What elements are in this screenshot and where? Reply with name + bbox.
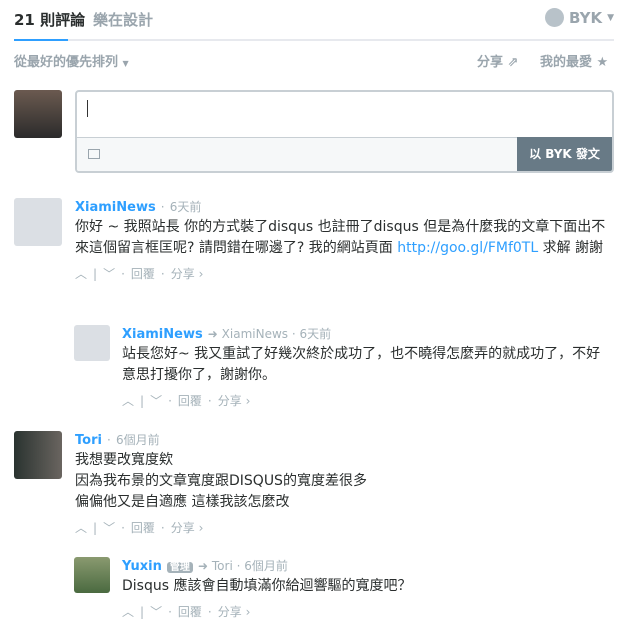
timestamp[interactable]: 6個月前 [116, 433, 160, 447]
comment: XiamiNews · 6天前 你好 ~ 我照站長 你的方式裝了disqus 也… [75, 196, 615, 282]
sort-dropdown[interactable]: 從最好的優先排列 ▼ [14, 51, 129, 70]
downvote-icon[interactable]: ﹀ [150, 603, 162, 620]
avatar[interactable] [74, 557, 110, 593]
tab-comments[interactable]: 21 則評論 [14, 9, 85, 30]
timestamp[interactable]: 6天前 [170, 200, 202, 214]
comment: XiamiNews ➜ XiamiNews · 6天前 站長您好~ 我又重試了好… [122, 323, 614, 409]
downvote-icon[interactable]: ﹀ [103, 265, 115, 282]
downvote-icon[interactable]: ﹀ [103, 519, 115, 536]
avatar[interactable] [74, 325, 110, 361]
avatar[interactable] [14, 198, 62, 246]
reply-button[interactable]: 回覆 [131, 519, 155, 536]
upvote-icon[interactable]: ︿ [122, 603, 134, 620]
current-user-avatar [14, 90, 62, 138]
moderator-badge: 管理 [166, 562, 193, 573]
share-link[interactable]: 分享 › [218, 603, 251, 620]
comment-input[interactable] [77, 92, 612, 137]
comment-text: Disqus 應該會自動填滿你給迴響驅的寬度吧？ [122, 578, 412, 594]
user-menu[interactable]: BYK ▼ [544, 8, 614, 27]
upvote-icon[interactable]: ︿ [122, 392, 134, 409]
author-link[interactable]: XiamiNews [75, 200, 156, 215]
chevron-down-icon: ▼ [122, 59, 129, 68]
avatar[interactable] [14, 431, 62, 479]
comment-link[interactable]: http://goo.gl/FMf0TL [397, 240, 538, 256]
chevron-down-icon: ▼ [607, 12, 614, 23]
upvote-icon[interactable]: ︿ [75, 519, 87, 536]
favorite-button[interactable]: 我的最愛 ★ [540, 51, 608, 70]
user-avatar-icon [544, 8, 564, 27]
reply-to[interactable]: Tori [212, 559, 233, 573]
share-icon: ⇗ [507, 55, 519, 70]
comment-text: 你好 ~ 我照站長 你的方式裝了disqus 也註冊了disqus 但是為什麼我… [75, 219, 606, 256]
comment: Tori · 6個月前 我想要改寬度欸 因為我布景的文章寬度跟DISQUS的寬度差… [75, 429, 615, 536]
share-button[interactable]: 分享 ⇗ [477, 51, 518, 70]
author-link[interactable]: Tori [75, 433, 102, 448]
downvote-icon[interactable]: ﹀ [150, 392, 162, 409]
active-tab-indicator [14, 39, 68, 41]
reply-button[interactable]: 回覆 [131, 265, 155, 282]
star-icon: ★ [596, 55, 609, 70]
reply-to[interactable]: XiamiNews [222, 327, 288, 341]
upvote-icon[interactable]: ︿ [75, 265, 87, 282]
post-button[interactable]: 以 BYK 發文 [517, 137, 612, 171]
author-link[interactable]: Yuxin [122, 559, 162, 574]
timestamp[interactable]: 6天前 [299, 327, 331, 341]
timestamp[interactable]: 6個月前 [244, 559, 288, 573]
tab-site[interactable]: 樂在設計 [93, 9, 153, 30]
reply-button[interactable]: 回覆 [178, 392, 202, 409]
nav-divider [14, 39, 614, 41]
comment-composer: 以 BYK 發文 [75, 90, 614, 173]
comment-text: 站長您好~ 我又重試了好幾次終於成功了，也不曉得怎麼弄的就成功了，不好意思打擾你… [122, 346, 601, 383]
share-link[interactable]: 分享 › [218, 392, 251, 409]
user-name: BYK [568, 8, 603, 27]
reply-button[interactable]: 回覆 [178, 603, 202, 620]
comment-text: 我想要改寬度欸 因為我布景的文章寬度跟DISQUS的寬度差很多 偏偏他又是自適應 這… [75, 452, 367, 510]
image-upload-icon[interactable] [88, 149, 100, 159]
share-link[interactable]: 分享 › [171, 265, 204, 282]
author-link[interactable]: XiamiNews [122, 327, 203, 342]
share-link[interactable]: 分享 › [171, 519, 204, 536]
comment: Yuxin 管理 ➜ Tori · 6個月前 Disqus 應該會自動填滿你給迴… [122, 555, 614, 620]
